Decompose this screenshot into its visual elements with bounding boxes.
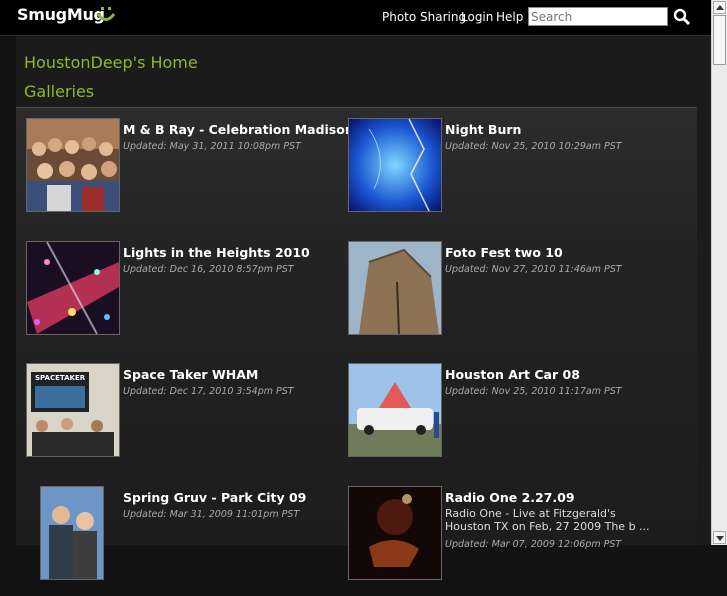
gallery-card[interactable]: M & B Ray - Celebration Madison Updated:… (26, 118, 354, 228)
gallery-thumbnail[interactable] (348, 363, 442, 457)
gallery-updated: Updated: Dec 16, 2010 8:57pm PST (123, 264, 294, 275)
gallery-title[interactable]: Houston Art Car 08 (445, 367, 580, 382)
gallery-title[interactable]: Spring Gruv - Park City 09 (123, 490, 306, 505)
gallery-card[interactable]: Houston Art Car 08 Updated: Nov 25, 2010… (348, 363, 668, 473)
gallery-title[interactable]: Space Taker WHAM (123, 367, 258, 382)
nav-help[interactable]: Help (496, 10, 523, 24)
gallery-title[interactable]: Foto Fest two 10 (445, 245, 563, 260)
search-input[interactable] (528, 7, 668, 26)
page-scrollbar[interactable] (711, 0, 727, 545)
gallery-card[interactable]: Radio One 2.27.09 Radio One - Live at Fi… (348, 486, 668, 596)
smugmug-logo[interactable]: SmugMug (17, 5, 105, 24)
nav-photo-sharing[interactable]: Photo Sharing (382, 10, 466, 24)
gallery-updated: Updated: Mar 31, 2009 11:01pm PST (123, 509, 300, 520)
gallery-thumbnail[interactable] (348, 118, 442, 212)
gallery-thumbnail[interactable]: SPACETAKER (26, 363, 120, 457)
gallery-title[interactable]: Lights in the Heights 2010 (123, 245, 310, 260)
gallery-card[interactable]: Lights in the Heights 2010 Updated: Dec … (26, 241, 346, 351)
smile-icon (96, 7, 116, 21)
scroll-up-button[interactable] (713, 1, 726, 14)
gallery-card[interactable]: Spring Gruv - Park City 09 Updated: Mar … (26, 486, 346, 596)
gallery-updated: Updated: Nov 27, 2010 11:46am PST (445, 264, 622, 275)
search-icon[interactable] (673, 8, 691, 26)
gallery-thumbnail[interactable] (26, 118, 120, 212)
gallery-card[interactable]: SPACETAKER Space Taker WHAM Updated: Dec… (26, 363, 346, 473)
gallery-thumbnail[interactable] (26, 241, 120, 335)
scroll-thumb[interactable] (713, 15, 726, 65)
galleries-heading: Galleries (24, 82, 95, 101)
gallery-updated: Updated: Nov 25, 2010 10:29am PST (445, 141, 622, 152)
gallery-updated: Updated: Dec 17, 2010 3:54pm PST (123, 386, 294, 397)
gallery-title[interactable]: Radio One 2.27.09 (445, 490, 575, 505)
gallery-card[interactable]: Foto Fest two 10 Updated: Nov 27, 2010 1… (348, 241, 668, 351)
gallery-updated: Updated: Nov 25, 2010 11:17am PST (445, 386, 622, 397)
page-title[interactable]: HoustonDeep's Home (24, 53, 198, 72)
gallery-thumbnail[interactable] (40, 486, 104, 580)
gallery-description: Radio One - Live at Fitzgerald's Houston… (445, 507, 650, 533)
gallery-title[interactable]: Night Burn (445, 122, 521, 137)
gallery-title[interactable]: M & B Ray - Celebration Madison (123, 122, 354, 137)
gallery-card[interactable]: Night Burn Updated: Nov 25, 2010 10:29am… (348, 118, 668, 228)
thumbnail-logo-text: SPACETAKER (35, 374, 86, 382)
gallery-updated: Updated: May 31, 2011 10:08pm PST (123, 141, 301, 152)
gallery-thumbnail[interactable] (348, 486, 442, 580)
gallery-thumbnail[interactable] (348, 241, 442, 335)
nav-login[interactable]: Login (461, 10, 493, 24)
scroll-down-button[interactable] (713, 531, 726, 544)
top-bar: SmugMug Photo Sharing Login Help (0, 0, 711, 36)
